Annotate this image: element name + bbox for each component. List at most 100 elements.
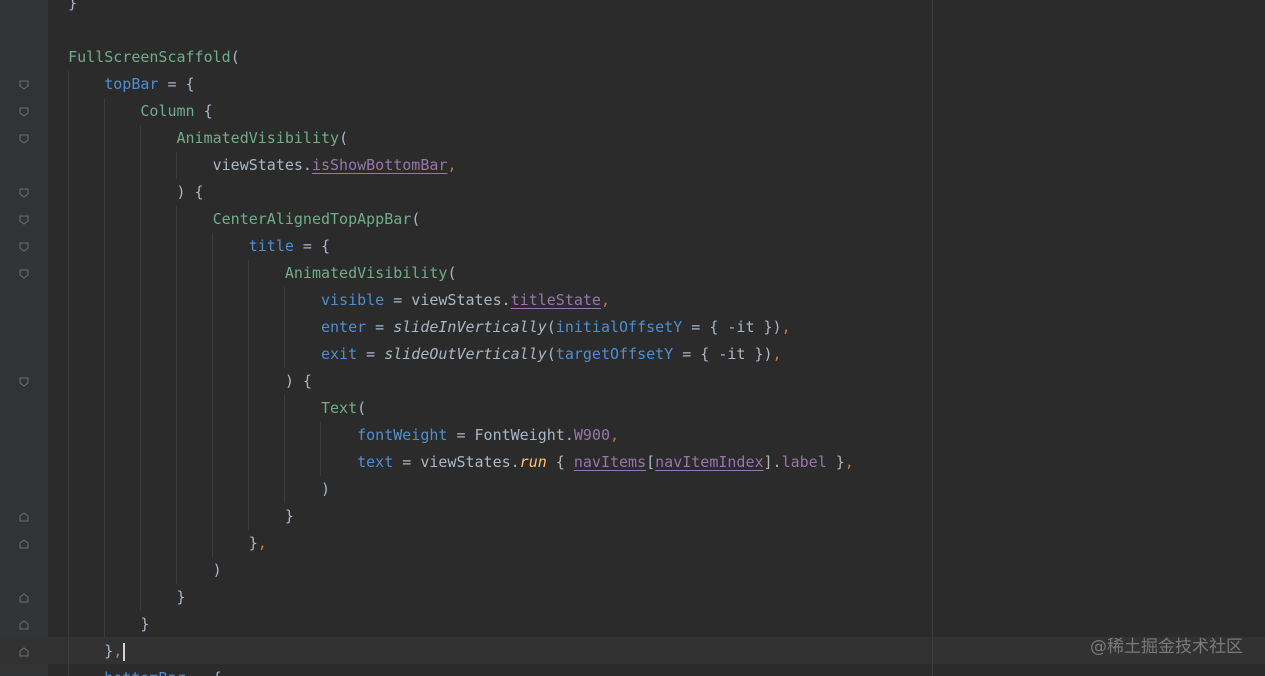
code-line[interactable]: bottomBar = { (32, 665, 221, 676)
code-token: navItemIndex (655, 453, 764, 471)
code-token: = { -it }) (682, 318, 782, 336)
fold-start-icon[interactable] (18, 214, 30, 226)
code-token: run (519, 453, 547, 471)
code-token: visible (320, 291, 385, 309)
fold-start-icon[interactable] (18, 106, 30, 118)
code-line[interactable]: } (32, 584, 186, 611)
code-token: ) (320, 480, 331, 498)
code-token: label (781, 453, 827, 471)
code-token: ( (447, 264, 457, 282)
code-token: , (600, 291, 610, 309)
code-token: Column (140, 102, 195, 120)
fold-start-icon[interactable] (18, 268, 30, 280)
code-token: , (781, 318, 791, 336)
code-token: { (546, 453, 574, 471)
code-line[interactable]: exit = slideOutVertically(targetOffsetY … (32, 341, 782, 368)
code-token: titleState (510, 291, 601, 309)
code-token: = { (293, 237, 331, 255)
code-line[interactable]: ) (32, 476, 330, 503)
code-token: AnimatedVisibility (176, 129, 340, 147)
fold-start-icon[interactable] (18, 376, 30, 388)
fold-start-icon[interactable] (18, 133, 30, 145)
code-line[interactable]: FullScreenScaffold( (32, 44, 240, 71)
code-token: = { -it }) (673, 345, 773, 363)
code-line[interactable]: Text( (32, 395, 366, 422)
code-line[interactable]: AnimatedVisibility( (32, 125, 349, 152)
code-line[interactable]: ) (32, 557, 222, 584)
code-token: = { (158, 75, 195, 93)
code-line[interactable]: enter = slideInVertically(initialOffsetY… (32, 314, 791, 341)
code-line[interactable]: fontWeight = FontWeight.W900, (32, 422, 619, 449)
fold-end-icon[interactable] (18, 646, 30, 658)
code-token: ( (411, 210, 421, 228)
code-token: } (68, 0, 78, 12)
code-line[interactable]: } (32, 503, 294, 530)
code-token: } (140, 615, 150, 633)
code-token: targetOffsetY (555, 345, 674, 363)
code-token: [ (646, 453, 656, 471)
fold-end-icon[interactable] (18, 592, 30, 604)
code-editor[interactable]: } FullScreenScaffold( topBar = { Column … (0, 0, 1265, 676)
code-line[interactable]: CenterAlignedTopAppBar( (32, 206, 421, 233)
code-token: { (194, 102, 213, 120)
code-token: isShowBottomBar (311, 156, 448, 174)
fold-start-icon[interactable] (18, 241, 30, 253)
code-line[interactable]: ) { (32, 368, 312, 395)
code-token: = FontWeight. (447, 426, 574, 444)
code-token: CenterAlignedTopAppBar (212, 210, 412, 228)
code-token: W900 (573, 426, 610, 444)
code-token: slideOutVertically (384, 345, 547, 363)
code-token: bottomBar (104, 669, 185, 676)
fold-end-icon[interactable] (18, 619, 30, 631)
code-token: ) (212, 561, 222, 579)
code-line[interactable]: topBar = { (32, 71, 195, 98)
code-token: title (248, 237, 294, 255)
code-token: = viewStates. (393, 453, 520, 471)
code-line[interactable]: viewStates.isShowBottomBar, (32, 152, 457, 179)
code-token: initialOffsetY (555, 318, 683, 336)
code-line[interactable]: } (32, 0, 77, 17)
code-line[interactable]: ) { (32, 179, 204, 206)
code-token: slideInVertically (393, 318, 547, 336)
fold-end-icon[interactable] (18, 538, 30, 550)
code-token: ) { (284, 372, 312, 390)
fold-start-icon[interactable] (18, 79, 30, 91)
code-token: , (447, 156, 457, 174)
code-line[interactable]: }, (32, 638, 126, 665)
code-line[interactable]: } (32, 611, 149, 638)
fold-start-icon[interactable] (18, 187, 30, 199)
code-token: ( (230, 48, 240, 66)
code-token: } (104, 642, 114, 660)
code-token: fontWeight (357, 426, 448, 444)
code-line[interactable]: title = { (32, 233, 330, 260)
code-token: AnimatedVisibility (284, 264, 448, 282)
code-token: viewStates. (212, 156, 312, 174)
fold-end-icon[interactable] (18, 511, 30, 523)
code-line[interactable]: Column { (32, 98, 213, 125)
code-line[interactable]: text = viewStates.run { navItems[navItem… (32, 449, 854, 476)
code-line[interactable]: visible = viewStates.titleState, (32, 287, 610, 314)
code-token: navItems (573, 453, 647, 471)
code-token: ( (339, 129, 349, 147)
code-token: ( (546, 345, 556, 363)
code-token: text (357, 453, 394, 471)
code-line[interactable]: }, (32, 530, 267, 557)
code-line[interactable]: AnimatedVisibility( (32, 260, 457, 287)
